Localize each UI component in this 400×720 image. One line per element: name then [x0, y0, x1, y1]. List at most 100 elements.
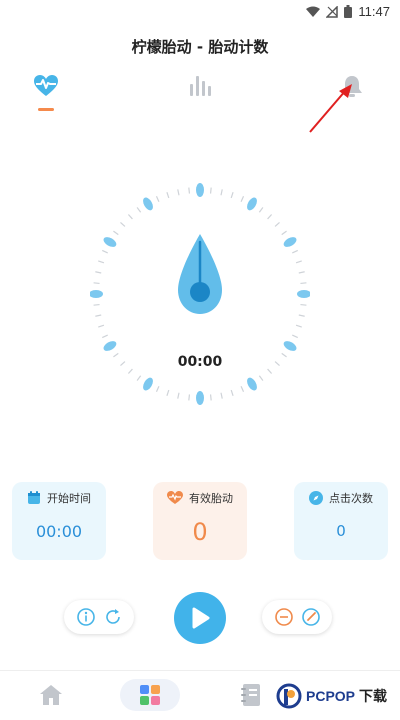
dial-tick [267, 214, 273, 220]
dial-tick [177, 189, 180, 196]
dial-hour-marker [247, 197, 257, 211]
dial-hour-marker [103, 341, 117, 351]
dial-tick [220, 392, 223, 399]
dial-tick [155, 196, 160, 202]
valid-moves-label: 有效胎动 [189, 492, 233, 505]
right-controls [262, 600, 332, 634]
dial-hour-marker [283, 237, 297, 247]
grid-icon [140, 685, 160, 705]
valid-moves-card: 有效胎动 0 [153, 482, 247, 560]
left-controls [64, 600, 134, 634]
refresh-icon[interactable] [103, 607, 123, 627]
click-count-card: 点击次数 0 [294, 482, 388, 560]
stats-cards: 开始时间 00:00 有效胎动 0 点击次数 0 [0, 482, 400, 562]
dial-pendulum [178, 234, 222, 314]
page-title: 柠檬胎动 - 胎动计数 [131, 38, 269, 56]
status-bar: 11:47 [0, 0, 400, 24]
bar-chart-icon [190, 76, 211, 96]
dial-tick [258, 375, 264, 381]
dial-tick [98, 324, 105, 328]
dial-tick [240, 386, 245, 392]
annotation-arrow-icon [309, 84, 352, 133]
click-count-value: 0 [336, 522, 346, 540]
dial-tick [298, 271, 305, 274]
dial-tick [274, 221, 280, 227]
watermark: PCPOP 下载 [276, 683, 387, 709]
dial-tick [209, 187, 212, 194]
notebook-icon [241, 684, 260, 706]
watermark-brand: PCPOP [306, 688, 356, 704]
nav-home[interactable] [36, 679, 66, 711]
dial-tick [93, 282, 100, 285]
dial-time: 00:00 [177, 354, 223, 370]
dial-tick [166, 389, 170, 396]
dial-tick [188, 187, 191, 194]
dial-tick [127, 214, 133, 220]
tab-active-indicator [38, 108, 54, 111]
dial-hour-marker [283, 341, 297, 351]
dial-tick [281, 230, 287, 236]
play-button[interactable] [174, 592, 226, 644]
dial-tick [209, 394, 212, 401]
watermark-suffix: 下载 [359, 688, 388, 704]
dial-tick [102, 334, 108, 339]
dial-tick [136, 207, 142, 213]
dial-tick [292, 334, 298, 339]
valid-moves-card-header: 有效胎动 [153, 490, 247, 506]
home-icon [40, 685, 62, 705]
dial-tick [220, 189, 223, 196]
dial-tick [188, 394, 191, 401]
status-time: 11:47 [358, 4, 390, 19]
dial-tick [102, 249, 108, 254]
dial-tick [230, 192, 234, 199]
dial-tick [258, 207, 264, 213]
start-time-card: 开始时间 00:00 [12, 482, 106, 560]
nav-records[interactable] [236, 679, 266, 711]
dial-tick [166, 192, 170, 199]
dial-tick [298, 314, 305, 317]
play-icon [192, 607, 210, 629]
dial-hour-marker [90, 290, 103, 298]
edit-icon[interactable] [301, 607, 321, 627]
minus-icon[interactable] [274, 607, 294, 627]
start-time-value: 00:00 [35, 522, 83, 541]
dial-tick [155, 386, 160, 392]
dial-tick [93, 303, 100, 306]
dial-tick [177, 392, 180, 399]
nav-tools[interactable] [120, 679, 180, 711]
dial-tick [292, 249, 298, 254]
dial-tick [230, 389, 234, 396]
heart-pulse-icon [34, 75, 58, 96]
wifi-icon [306, 6, 321, 17]
click-count-card-header: 点击次数 [294, 490, 388, 506]
dial-tick [295, 260, 302, 264]
status-icons: 11:47 [306, 4, 390, 19]
dial-tick [240, 196, 245, 202]
dial-hour-marker [143, 377, 153, 391]
dial-hour-marker [143, 197, 153, 211]
dial-tick [120, 221, 126, 227]
start-time-label: 开始时间 [47, 492, 91, 505]
dial-tick [136, 375, 142, 381]
dial-hour-marker [196, 183, 204, 197]
battery-icon [344, 5, 353, 18]
timer-dial [90, 183, 310, 405]
start-time-card-header: 开始时间 [12, 490, 106, 506]
dial-tick [300, 282, 307, 285]
dial-tick [113, 230, 119, 236]
dial-hour-marker [247, 377, 257, 391]
dial-tick [295, 324, 302, 328]
dial-tick [95, 271, 102, 274]
dial-hour-marker [297, 290, 310, 298]
heart-icon [167, 491, 183, 504]
info-icon[interactable] [76, 607, 96, 627]
dial-tick [300, 303, 307, 306]
compass-icon [309, 491, 323, 505]
dial-hour-marker [103, 237, 117, 247]
click-count-label: 点击次数 [329, 492, 373, 505]
valid-moves-value: 0 [192, 518, 208, 546]
dial-hour-marker [196, 391, 204, 405]
dial-tick [95, 314, 102, 317]
tab-statistics[interactable] [180, 74, 220, 114]
signal-icon [326, 5, 339, 18]
